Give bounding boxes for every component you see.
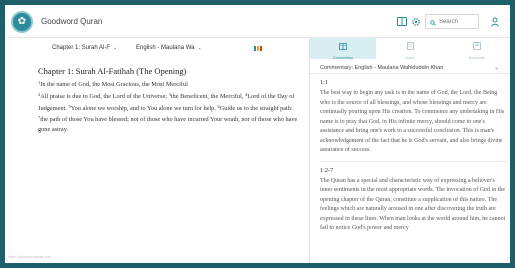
footer-url[interactable]: https://goodwordquran.com (8, 255, 52, 259)
commentary-ref: 1:2-7 (320, 166, 334, 174)
search-box[interactable] (425, 14, 479, 29)
chapter-select-value: Chapter 1: Surah Al-F (52, 45, 111, 51)
chevron-down-icon: ⌄ (113, 45, 118, 51)
tab-commentary[interactable]: Commentary (310, 38, 376, 60)
side-panel: Commentary Notes Bookmark Commentary: En… (310, 38, 510, 263)
notes-icon (406, 38, 414, 55)
gear-icon[interactable] (410, 16, 421, 27)
brand-name: Goodword Quran (41, 17, 103, 26)
commentary-select[interactable]: Commentary: English - Maulana Wahiduddin… (310, 60, 510, 74)
commentary-ref: 1:1 (320, 79, 329, 86)
commentary-divider (320, 160, 506, 162)
tab-notes[interactable]: Notes (377, 38, 443, 60)
verse[interactable]: the Beneficent, the Merciful, (171, 93, 244, 100)
verse[interactable]: Guide us to the straight path: (220, 105, 293, 112)
bookmark-icon (473, 38, 481, 55)
verse[interactable]: In the name of God, the Most Gracious, t… (40, 81, 188, 88)
commentary-select-value: Commentary: English - Maulana Wahiduddin… (320, 65, 444, 71)
commentary-text: The best way to begin any task is in the… (320, 90, 505, 153)
chevron-down-icon: ⌄ (197, 45, 202, 51)
reader-pane: Chapter 1: Surah Al-F ⌄ English - Maulan… (5, 38, 309, 263)
language-flag-icon[interactable] (254, 46, 262, 51)
verse-text: 1In the name of God, the Most Gracious, … (38, 78, 300, 135)
chapter-title: Chapter 1: Surah Al-Fatihah (The Opening… (38, 66, 187, 76)
commentary-text: The Quran has a special and characterist… (320, 177, 506, 232)
logo-glyph-icon: ✿ (17, 16, 27, 27)
commentary-body: 1:1 The best way to begin any task is in… (320, 79, 506, 234)
translation-select[interactable]: English - Maulana Wa ⌄ (136, 45, 202, 51)
verse[interactable]: the path of those You have blessed; not … (38, 116, 297, 133)
translation-select-value: English - Maulana Wa (136, 45, 195, 51)
panel-tabs: Commentary Notes Bookmark (310, 38, 510, 60)
chapter-select[interactable]: Chapter 1: Surah Al-F ⌄ (52, 45, 117, 51)
chevron-down-icon: ⌄ (494, 65, 500, 71)
app-window: ✿ Goodword Quran Chapter 1: Surah Al-F ⌄ (5, 5, 510, 263)
verse[interactable]: All praise is due to God, the Lord of th… (40, 93, 167, 100)
user-icon[interactable] (489, 16, 500, 27)
tab-bookmark[interactable]: Bookmark (444, 38, 510, 60)
verse[interactable]: You alone we worship, and to You alone w… (71, 105, 216, 112)
search-input[interactable] (439, 18, 479, 25)
book-open-icon (339, 38, 347, 55)
book-icon[interactable] (396, 16, 407, 27)
logo[interactable]: ✿ (11, 11, 33, 33)
search-icon (430, 13, 436, 31)
top-bar: ✿ Goodword Quran (5, 5, 510, 38)
reader-controls: Chapter 1: Surah Al-F ⌄ English - Maulan… (5, 38, 309, 60)
